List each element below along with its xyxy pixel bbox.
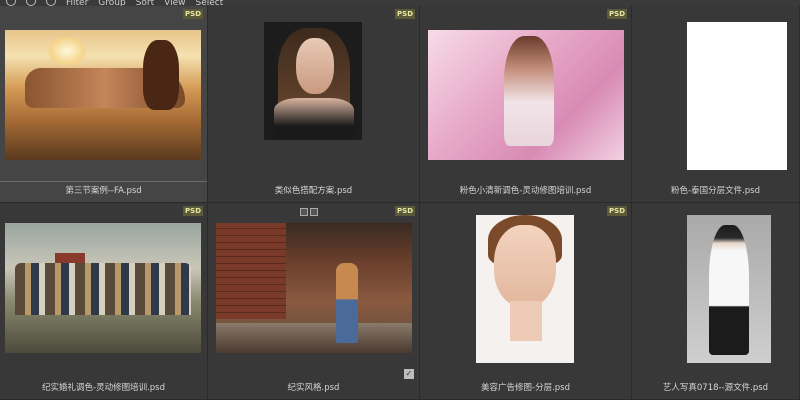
file-name: 粉色小清新调色-灵动修图培训.psd [459, 186, 592, 196]
thumbnail-grid: PSD 第三节案例--FA.psd PSD 类似色搭配方案.psd PSD 粉色… [0, 6, 800, 400]
file-name: 美容广告修图-分层.psd [481, 383, 570, 393]
beauty-face-image [476, 215, 574, 363]
wedding-group-image [5, 223, 201, 353]
file-tile[interactable]: PSD ✓ 纪实风格.psd [208, 203, 420, 400]
file-name: 第三节案例--FA.psd [65, 186, 142, 196]
file-tile[interactable]: PSD 美容广告修图-分层.psd [420, 203, 632, 400]
file-tile[interactable]: PSD 粉色小清新调色-灵动修图培训.psd [420, 6, 632, 203]
file-tile[interactable]: PSD 类似色搭配方案.psd [208, 6, 420, 203]
file-name: 粉色-泰国分层文件.psd [671, 186, 760, 196]
psd-badge: PSD [607, 9, 627, 19]
beach-portrait-image [5, 30, 201, 160]
blank-white-image [687, 22, 787, 170]
file-tile[interactable]: PSD 第三节案例--FA.psd [0, 6, 208, 203]
selection-divider [0, 181, 207, 182]
layer-icons [300, 208, 318, 216]
file-name: 纪实风格.psd [287, 383, 340, 393]
psd-badge: PSD [607, 206, 627, 216]
file-tile[interactable]: 粉色-泰国分层文件.psd [632, 6, 800, 203]
artist-portrait-image [687, 215, 771, 363]
dark-portrait-image [264, 22, 362, 140]
file-tile[interactable]: PSD 纪实婚礼调色-灵动修图培训.psd [0, 203, 208, 400]
edit-icon [310, 208, 318, 216]
psd-badge: PSD [183, 9, 203, 19]
psd-badge: PSD [395, 9, 415, 19]
psd-badge: PSD [395, 206, 415, 216]
psd-badge: PSD [183, 206, 203, 216]
file-name: 艺人写真0718--源文件.psd [662, 383, 769, 393]
layer-icon [300, 208, 308, 216]
pink-field-portrait-image [428, 30, 624, 160]
checkbox-icon[interactable]: ✓ [404, 369, 414, 379]
street-kid-image [216, 223, 412, 353]
file-tile[interactable]: 艺人写真0718--源文件.psd [632, 203, 800, 400]
file-name: 类似色搭配方案.psd [274, 186, 353, 196]
file-name: 纪实婚礼调色-灵动修图培训.psd [42, 383, 165, 393]
